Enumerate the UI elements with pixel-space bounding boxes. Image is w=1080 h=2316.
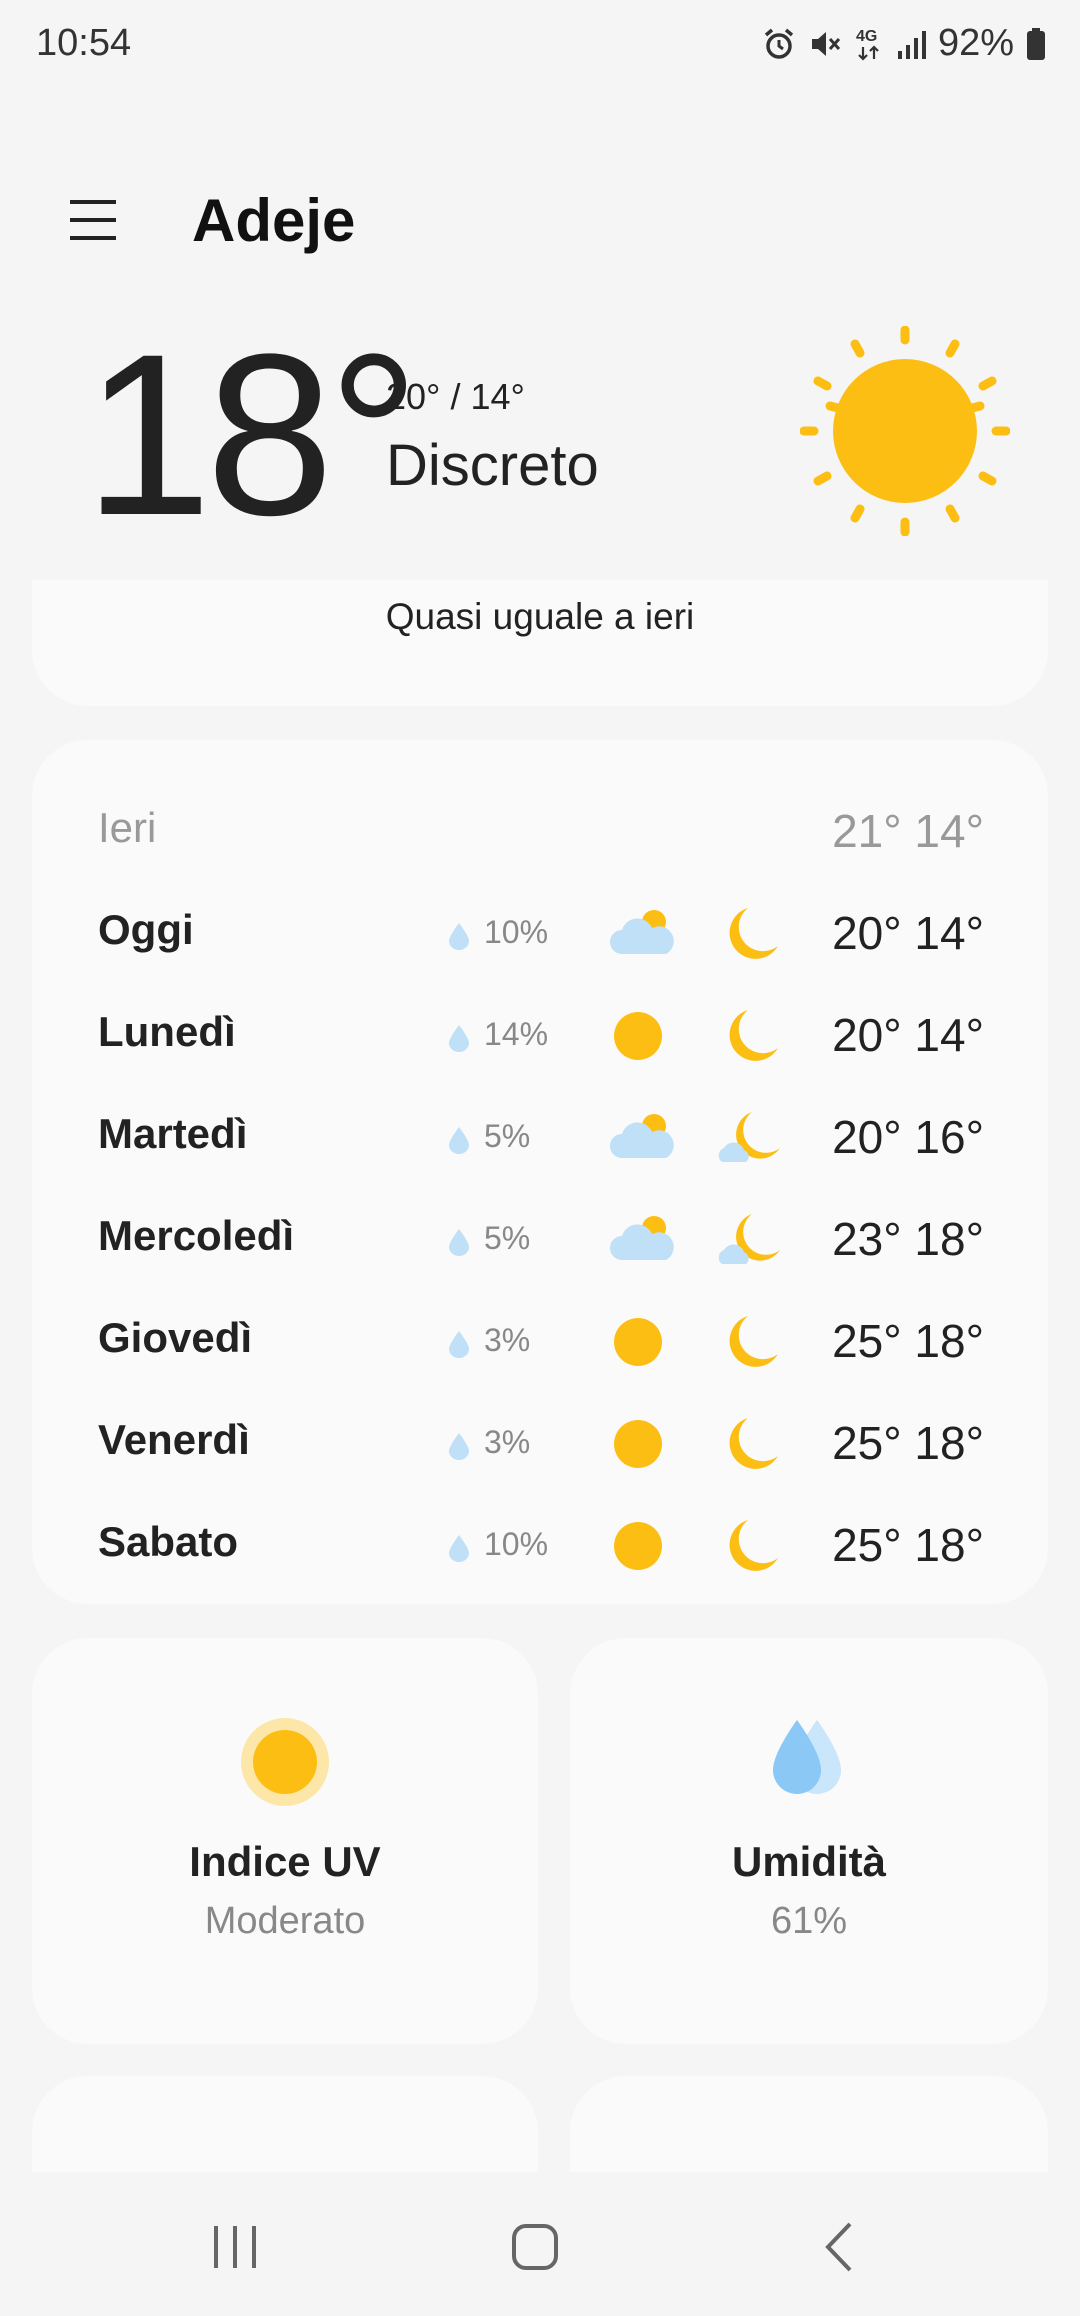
mute-icon bbox=[811, 31, 841, 56]
status-bar: 10:54 4G 92% bbox=[0, 0, 1080, 92]
forecast-temps: 20° 16° bbox=[832, 1111, 984, 1163]
raindrop-icon bbox=[449, 923, 469, 950]
city-title: Adeje bbox=[192, 187, 356, 254]
navigation-bar bbox=[0, 2172, 1080, 2316]
partly-cloudy-icon bbox=[610, 1114, 674, 1158]
comparison-text: Quasi uguale a ieri bbox=[385, 596, 695, 637]
forecast-row[interactable]: Venerdì 3% 25° 18° bbox=[32, 1394, 1048, 1494]
uv-sun-icon bbox=[241, 1718, 329, 1806]
raindrop-icon bbox=[449, 1229, 469, 1256]
status-time: 10:54 bbox=[36, 22, 132, 64]
sun-icon bbox=[614, 1318, 662, 1366]
current-temperature: 18° bbox=[84, 306, 420, 563]
forecast-precip: 14% bbox=[484, 1016, 549, 1052]
forecast-day: Oggi bbox=[98, 906, 194, 953]
forecast-row[interactable]: Giovedì 3% 25° 18° bbox=[32, 1292, 1048, 1392]
home-icon[interactable] bbox=[500, 2212, 570, 2282]
forecast-day: Sabato bbox=[98, 1518, 239, 1565]
back-icon[interactable] bbox=[806, 2212, 876, 2282]
humidity-title: Umidità bbox=[731, 1838, 886, 1885]
raindrop-icon bbox=[449, 1127, 469, 1154]
svg-text:4G: 4G bbox=[856, 28, 877, 45]
forecast-precip: 3% bbox=[484, 1322, 531, 1358]
forecast-temps: 20° 14° bbox=[832, 1009, 984, 1061]
forecast-row[interactable]: Sabato 10% 25° 18° bbox=[32, 1496, 1048, 1596]
sun-icon bbox=[614, 1420, 662, 1468]
forecast-temps: 25° 18° bbox=[832, 1519, 984, 1571]
sun-icon bbox=[614, 1522, 662, 1570]
battery-percent: 92% bbox=[937, 22, 1014, 64]
moon-icon bbox=[729, 1010, 778, 1061]
forecast-day: Mercoledì bbox=[98, 1212, 295, 1259]
forecast-precip: 10% bbox=[484, 1526, 549, 1562]
signal-icon bbox=[897, 30, 926, 59]
forecast-day: Venerdì bbox=[98, 1416, 250, 1463]
comparison-card: Quasi uguale a ieri bbox=[32, 580, 1048, 706]
moon-icon bbox=[729, 908, 778, 959]
moon-icon bbox=[729, 1520, 778, 1571]
forecast-temps: 20° 14° bbox=[832, 907, 984, 959]
partly-cloudy-icon bbox=[610, 910, 674, 954]
moon-cloud-icon bbox=[718, 1112, 780, 1162]
hamburger-menu-icon[interactable] bbox=[66, 192, 122, 248]
current-condition: Discreto bbox=[386, 433, 599, 498]
raindrop-icon bbox=[449, 1025, 469, 1052]
current-hi-lo: 20° / 14° bbox=[386, 376, 525, 417]
forecast-precip: 5% bbox=[484, 1118, 531, 1154]
network-4g-icon: 4G bbox=[856, 28, 879, 61]
forecast-temps: 25° 18° bbox=[832, 1315, 984, 1367]
forecast-day: Lunedì bbox=[98, 1008, 236, 1055]
forecast-row[interactable]: Lunedì 14% 20° 14° bbox=[32, 986, 1048, 1086]
moon-cloud-icon bbox=[718, 1214, 780, 1264]
uv-index-value: Moderato bbox=[204, 1900, 366, 1942]
moon-icon bbox=[729, 1316, 778, 1367]
humidity-card[interactable]: Umidità 61% bbox=[570, 1638, 1048, 2044]
recent-apps-icon[interactable] bbox=[200, 2212, 270, 2282]
status-icons: 4G 92% bbox=[762, 22, 1046, 65]
forecast-card[interactable]: Ieri 21° 14° Oggi 10% 20° 14° Lunedì 14%… bbox=[32, 740, 1048, 1604]
forecast-temps: 25° 18° bbox=[832, 1417, 984, 1469]
raindrop-icon bbox=[449, 1433, 469, 1460]
forecast-precip: 5% bbox=[484, 1220, 531, 1256]
uv-index-card[interactable]: Indice UV Moderato bbox=[32, 1638, 538, 2044]
forecast-row[interactable]: Martedì 5% 20° 16° bbox=[32, 1088, 1048, 1188]
forecast-row[interactable]: Oggi 10% 20° 14° bbox=[32, 884, 1048, 984]
forecast-temps: 21° 14° bbox=[832, 805, 984, 857]
humidity-value: 61% bbox=[770, 1900, 848, 1942]
partly-cloudy-icon bbox=[610, 1216, 674, 1260]
forecast-temps: 23° 18° bbox=[832, 1213, 984, 1265]
raindrop-icon bbox=[449, 1331, 469, 1358]
forecast-precip: 3% bbox=[484, 1424, 531, 1460]
humidity-drops-icon bbox=[773, 1720, 841, 1794]
sun-icon bbox=[614, 1012, 662, 1060]
forecast-row-yesterday: Ieri 21° 14° bbox=[32, 782, 1048, 882]
raindrop-icon bbox=[449, 1535, 469, 1562]
forecast-row[interactable]: Mercoledì 5% 23° 18° bbox=[32, 1190, 1048, 1290]
forecast-day: Martedì bbox=[98, 1110, 248, 1157]
moon-icon bbox=[729, 1418, 778, 1469]
alarm-icon bbox=[764, 28, 794, 59]
forecast-precip: 10% bbox=[484, 914, 549, 950]
battery-icon bbox=[1027, 27, 1045, 60]
forecast-day: Ieri bbox=[98, 804, 157, 851]
uv-index-title: Indice UV bbox=[189, 1838, 381, 1885]
forecast-day: Giovedì bbox=[98, 1314, 253, 1361]
sun-icon bbox=[800, 326, 1010, 536]
